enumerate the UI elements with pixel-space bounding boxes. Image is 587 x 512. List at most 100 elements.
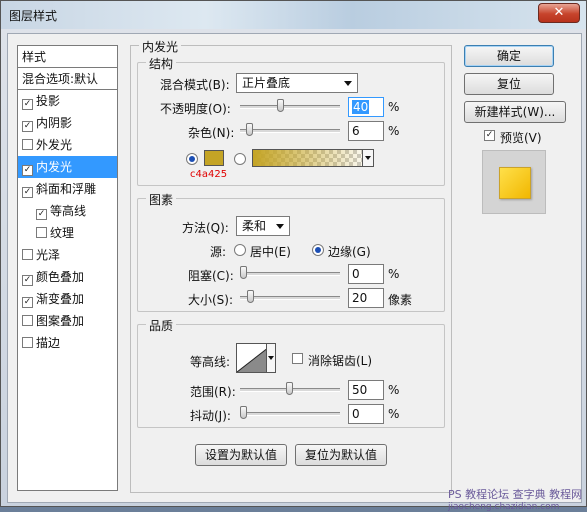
antialias-label: 消除锯齿(L) [308, 354, 373, 368]
style-item-label: 样式 [22, 50, 47, 64]
antialias-checkbox[interactable] [292, 353, 303, 364]
ok-button[interactable]: 确定 [464, 45, 554, 67]
style-item-label: 混合选项:默认 [22, 72, 99, 86]
size-input[interactable]: 20 [348, 288, 384, 308]
style-item-label: 内阴影 [36, 116, 73, 130]
choke-slider[interactable] [240, 266, 340, 279]
inner-glow-panel: 内发光 结构 混合模式(B): 正片叠底 不透明度(O): 40 % 杂色(N)… [130, 38, 452, 493]
opacity-label: 不透明度(O): [160, 102, 231, 116]
choke-label: 阻塞(C): [188, 269, 234, 283]
watermark-left: PS [448, 488, 462, 501]
watermark-url: jiaocheng.chazidian.com [448, 502, 560, 512]
quality-group: 品质 等高线: 消除锯齿(L) 范围(R): 50 % 抖动(J): 0 % [137, 317, 445, 428]
structure-group: 结构 混合模式(B): 正片叠底 不透明度(O): 40 % 杂色(N): 6 … [137, 55, 445, 186]
range-slider-thumb[interactable] [286, 382, 293, 395]
preview-checkbox[interactable]: ✓ [484, 130, 495, 141]
range-slider[interactable] [240, 382, 340, 395]
style-item[interactable]: ✓ 颜色叠加 [18, 266, 117, 288]
source-edge-label: 边缘(G) [328, 245, 371, 259]
range-input[interactable]: 50 [348, 380, 384, 400]
glow-color-swatch[interactable] [204, 150, 224, 166]
jitter-value: 0 [352, 407, 360, 421]
style-item-label: 等高线 [50, 204, 87, 218]
jitter-slider-thumb[interactable] [240, 406, 247, 419]
blend-mode-label: 混合模式(B): [160, 78, 230, 92]
source-label: 源: [210, 245, 227, 259]
opacity-slider-thumb[interactable] [277, 99, 284, 112]
style-item[interactable]: 样式 [18, 46, 117, 68]
watermark: PS 教程论坛 查字典 教程网 jiaocheng.chazidian.com [448, 486, 582, 512]
reset-default-button[interactable]: 复位为默认值 [295, 444, 387, 466]
noise-slider-thumb[interactable] [246, 123, 253, 136]
style-item-checkbox[interactable] [22, 337, 33, 348]
style-item-checkbox[interactable] [22, 249, 33, 260]
style-item[interactable]: ✓ 渐变叠加 [18, 288, 117, 310]
title-bar[interactable]: 图层样式 ✕ [1, 1, 586, 29]
style-item-checkbox[interactable]: ✓ [22, 121, 33, 132]
style-item[interactable]: ✓ 内阴影 [18, 112, 117, 134]
style-item-checkbox[interactable] [22, 315, 33, 326]
size-value: 20 [352, 291, 368, 305]
gradient-picker[interactable] [252, 149, 374, 167]
style-item[interactable]: ✓ 投影 [18, 90, 117, 112]
style-item-checkbox[interactable]: ✓ [22, 275, 33, 286]
style-item[interactable]: ✓ 等高线 [18, 200, 117, 222]
gradient-dropdown[interactable] [362, 149, 374, 167]
style-item-label: 纹理 [50, 226, 75, 240]
reset-button[interactable]: 复位 [464, 73, 554, 95]
contour-dropdown[interactable] [266, 343, 276, 373]
style-item-label: 图案叠加 [36, 314, 85, 328]
style-item-label: 斜面和浮雕 [36, 182, 97, 196]
style-item[interactable]: ✓ 斜面和浮雕 [18, 178, 117, 200]
size-slider-thumb[interactable] [247, 290, 254, 303]
source-center-radio[interactable] [234, 244, 246, 256]
style-item-checkbox[interactable]: ✓ [22, 187, 33, 198]
size-slider[interactable] [240, 290, 340, 303]
style-item-checkbox[interactable]: ✓ [36, 209, 47, 220]
style-item-label: 光泽 [36, 248, 61, 262]
close-button[interactable]: ✕ [538, 3, 580, 23]
new-style-button[interactable]: 新建样式(W)... [464, 101, 566, 123]
style-item[interactable]: ✓ 内发光 [18, 156, 117, 178]
chevron-down-icon [344, 81, 352, 86]
style-item[interactable]: 光泽 [18, 244, 117, 266]
style-item[interactable]: 纹理 [18, 222, 117, 244]
style-item-checkbox[interactable] [36, 227, 47, 238]
style-item-label: 外发光 [36, 138, 73, 152]
style-item[interactable]: 描边 [18, 332, 117, 354]
style-item[interactable]: 图案叠加 [18, 310, 117, 332]
style-item-label: 内发光 [36, 160, 73, 174]
quality-label: 品质 [146, 317, 177, 334]
choke-slider-thumb[interactable] [240, 266, 247, 279]
opacity-slider[interactable] [240, 99, 340, 112]
gradient-radio[interactable] [234, 153, 246, 165]
style-item-checkbox[interactable]: ✓ [22, 99, 33, 110]
jitter-slider[interactable] [240, 406, 340, 419]
size-label: 大小(S): [188, 293, 234, 307]
set-default-button[interactable]: 设置为默认值 [195, 444, 287, 466]
method-select[interactable]: 柔和 [236, 216, 290, 236]
style-item-label: 渐变叠加 [36, 292, 85, 306]
style-item-checkbox[interactable]: ✓ [22, 165, 33, 176]
style-item[interactable]: 混合选项:默认 [18, 68, 117, 90]
range-unit: % [388, 383, 400, 397]
range-label: 范围(R): [190, 385, 236, 399]
source-edge-radio[interactable] [312, 244, 324, 256]
blend-mode-select[interactable]: 正片叠底 [236, 73, 358, 93]
size-unit: 像素 [388, 293, 413, 307]
style-item-checkbox[interactable] [22, 139, 33, 150]
elements-label: 图素 [146, 191, 177, 208]
preview-square [499, 167, 531, 199]
chevron-down-icon [276, 224, 284, 229]
solid-color-radio[interactable] [186, 153, 198, 165]
watermark-middle: 教程论坛 [465, 488, 510, 501]
jitter-input[interactable]: 0 [348, 404, 384, 424]
panel-title: 内发光 [139, 38, 182, 55]
opacity-value: 40 [352, 100, 370, 114]
opacity-input[interactable]: 40 [348, 97, 384, 117]
noise-input[interactable]: 6 [348, 121, 384, 141]
noise-slider[interactable] [240, 123, 340, 136]
choke-input[interactable]: 0 [348, 264, 384, 284]
style-item[interactable]: 外发光 [18, 134, 117, 156]
style-item-checkbox[interactable]: ✓ [22, 297, 33, 308]
